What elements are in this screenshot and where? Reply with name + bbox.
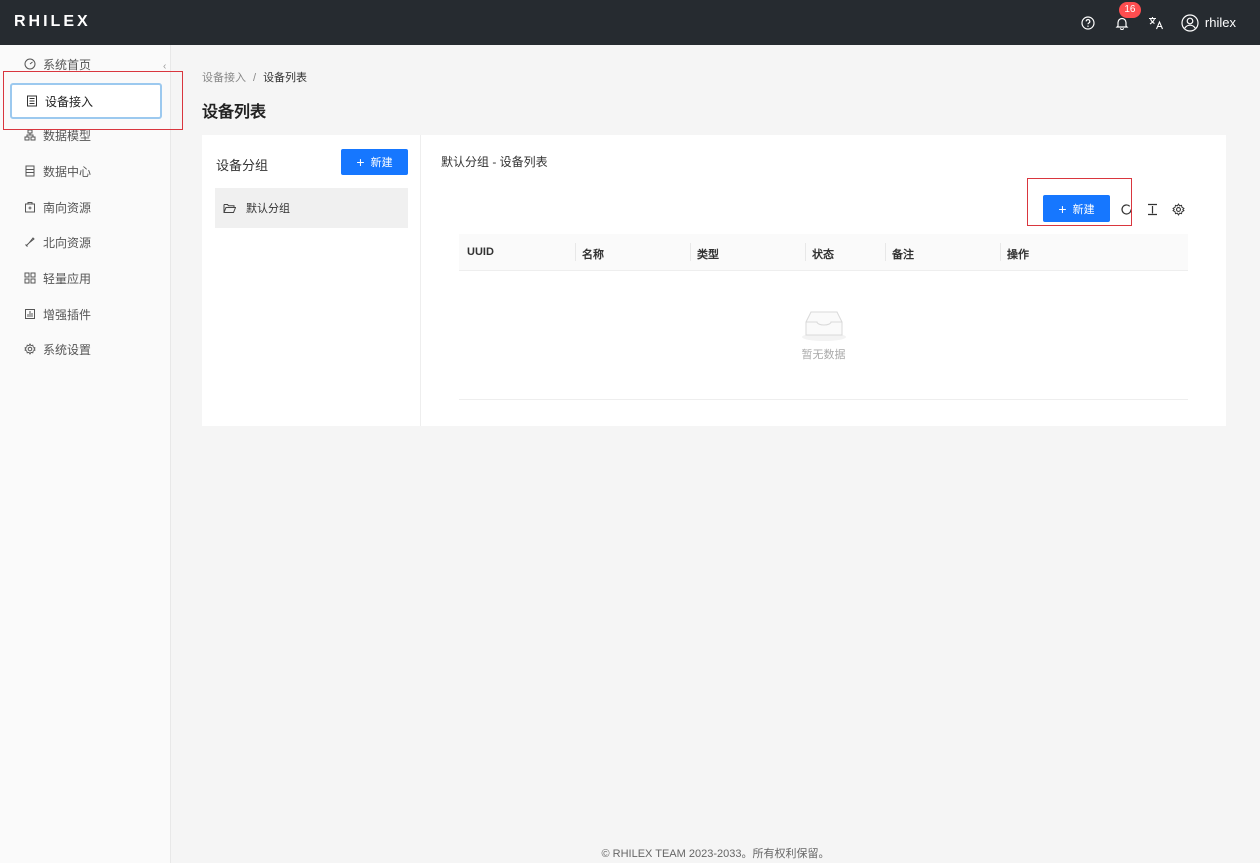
- table-header: UUID 名称 类型 状态 备注 操作: [459, 234, 1188, 271]
- empty-text: 暂无数据: [801, 349, 846, 361]
- sidebar-item-light-app[interactable]: 轻量应用: [10, 261, 162, 295]
- sidebar-collapse-icon[interactable]: ‹: [163, 61, 166, 72]
- sidebar-item-label: 系统设置: [43, 342, 92, 357]
- empty-inbox-icon: [801, 311, 846, 341]
- breadcrumb-current: 设备列表: [263, 72, 308, 84]
- column-header-name: 名称: [582, 249, 604, 261]
- breadcrumb-separator: /: [253, 72, 257, 84]
- top-actions: 16 rhilex: [1067, 0, 1236, 45]
- new-device-button-label: 新建: [1072, 203, 1095, 216]
- page-title: 设备列表: [202, 104, 267, 121]
- north-icon: [23, 235, 37, 249]
- help-icon[interactable]: [1075, 10, 1101, 36]
- plus-icon: +: [356, 154, 365, 170]
- model-icon: [23, 128, 37, 142]
- sidebar-item-data-center[interactable]: 数据中心: [10, 154, 162, 188]
- column-header-actions: 操作: [1007, 249, 1029, 261]
- column-header-status: 状态: [812, 249, 834, 261]
- column-divider: [1000, 243, 1001, 261]
- sidebar-item-label: 系统首页: [43, 57, 92, 72]
- group-item-label: 默认分组: [246, 203, 290, 215]
- breadcrumb: 设备接入 / 设备列表: [202, 69, 307, 85]
- new-group-button[interactable]: + 新建: [341, 149, 408, 175]
- new-device-button[interactable]: + 新建: [1043, 195, 1110, 222]
- column-divider: [690, 243, 691, 261]
- sidebar-item-settings[interactable]: 系统设置: [10, 332, 162, 366]
- folder-open-icon: [223, 203, 236, 214]
- device-icon: [25, 94, 39, 108]
- user-menu[interactable]: rhilex: [1181, 13, 1236, 32]
- sidebar-item-label: 轻量应用: [43, 271, 92, 286]
- sidebar-item-label: 北向资源: [43, 235, 92, 250]
- breadcrumb-parent[interactable]: 设备接入: [202, 72, 246, 84]
- dashboard-icon: [23, 57, 37, 71]
- column-divider: [805, 243, 806, 261]
- sidebar-item-plugins[interactable]: 增强插件: [10, 297, 162, 331]
- table-empty-state: 暂无数据: [459, 271, 1188, 400]
- settings-gear-icon[interactable]: [1170, 201, 1186, 217]
- new-group-button-label: 新建: [370, 157, 393, 169]
- column-header-type: 类型: [697, 249, 719, 261]
- sidebar-item-dashboard[interactable]: 系统首页: [10, 47, 162, 81]
- gear-icon: [23, 342, 37, 356]
- plus-icon: +: [1058, 200, 1067, 217]
- user-name: rhilex: [1204, 15, 1236, 30]
- column-height-icon[interactable]: [1144, 201, 1160, 217]
- device-card: 设备分组 + 新建 默认分组 默认分组 - 设备列表 + 新建 UUID 名称 类型…: [202, 135, 1226, 426]
- group-panel-title: 设备分组: [216, 158, 269, 173]
- column-header-uuid: UUID: [467, 246, 494, 258]
- south-icon: [23, 200, 37, 214]
- notification-badge: 16: [1118, 1, 1141, 18]
- column-divider: [885, 243, 886, 261]
- app-logo[interactable]: RHILEX: [14, 13, 91, 31]
- plugin-icon: [23, 307, 37, 321]
- translate-icon[interactable]: [1143, 10, 1169, 36]
- top-bar: RHILEX 16 rhilex: [0, 0, 1260, 45]
- sidebar-item-north-resource[interactable]: 北向资源: [10, 225, 162, 259]
- database-icon: [23, 164, 37, 178]
- column-divider: [575, 243, 576, 261]
- device-list-title: 默认分组 - 设备列表: [441, 155, 548, 169]
- column-header-remark: 备注: [892, 249, 914, 261]
- sidebar-item-label: 设备接入: [45, 94, 94, 109]
- sidebar-item-south-resource[interactable]: 南向资源: [10, 190, 162, 224]
- sidebar-item-label: 数据模型: [43, 128, 92, 143]
- notification-bell-icon[interactable]: 16: [1109, 1, 1141, 36]
- user-avatar-icon: [1181, 13, 1199, 32]
- app-icon: [23, 271, 37, 285]
- sidebar-item-device-access[interactable]: 设备接入: [10, 83, 162, 119]
- group-panel: 设备分组 + 新建 默认分组: [202, 135, 421, 426]
- sidebar-item-label: 南向资源: [43, 200, 92, 215]
- footer: © RHILEX TEAM 2023-2033。所有权利保留。: [601, 848, 830, 860]
- sidebar-item-data-model[interactable]: 数据模型: [10, 118, 162, 152]
- group-item-default[interactable]: 默认分组: [215, 188, 408, 228]
- device-table: UUID 名称 类型 状态 备注 操作 暂无数据: [459, 234, 1188, 400]
- refresh-icon[interactable]: [1118, 201, 1134, 217]
- sidebar-item-label: 增强插件: [43, 307, 92, 322]
- sidebar-item-label: 数据中心: [43, 164, 92, 179]
